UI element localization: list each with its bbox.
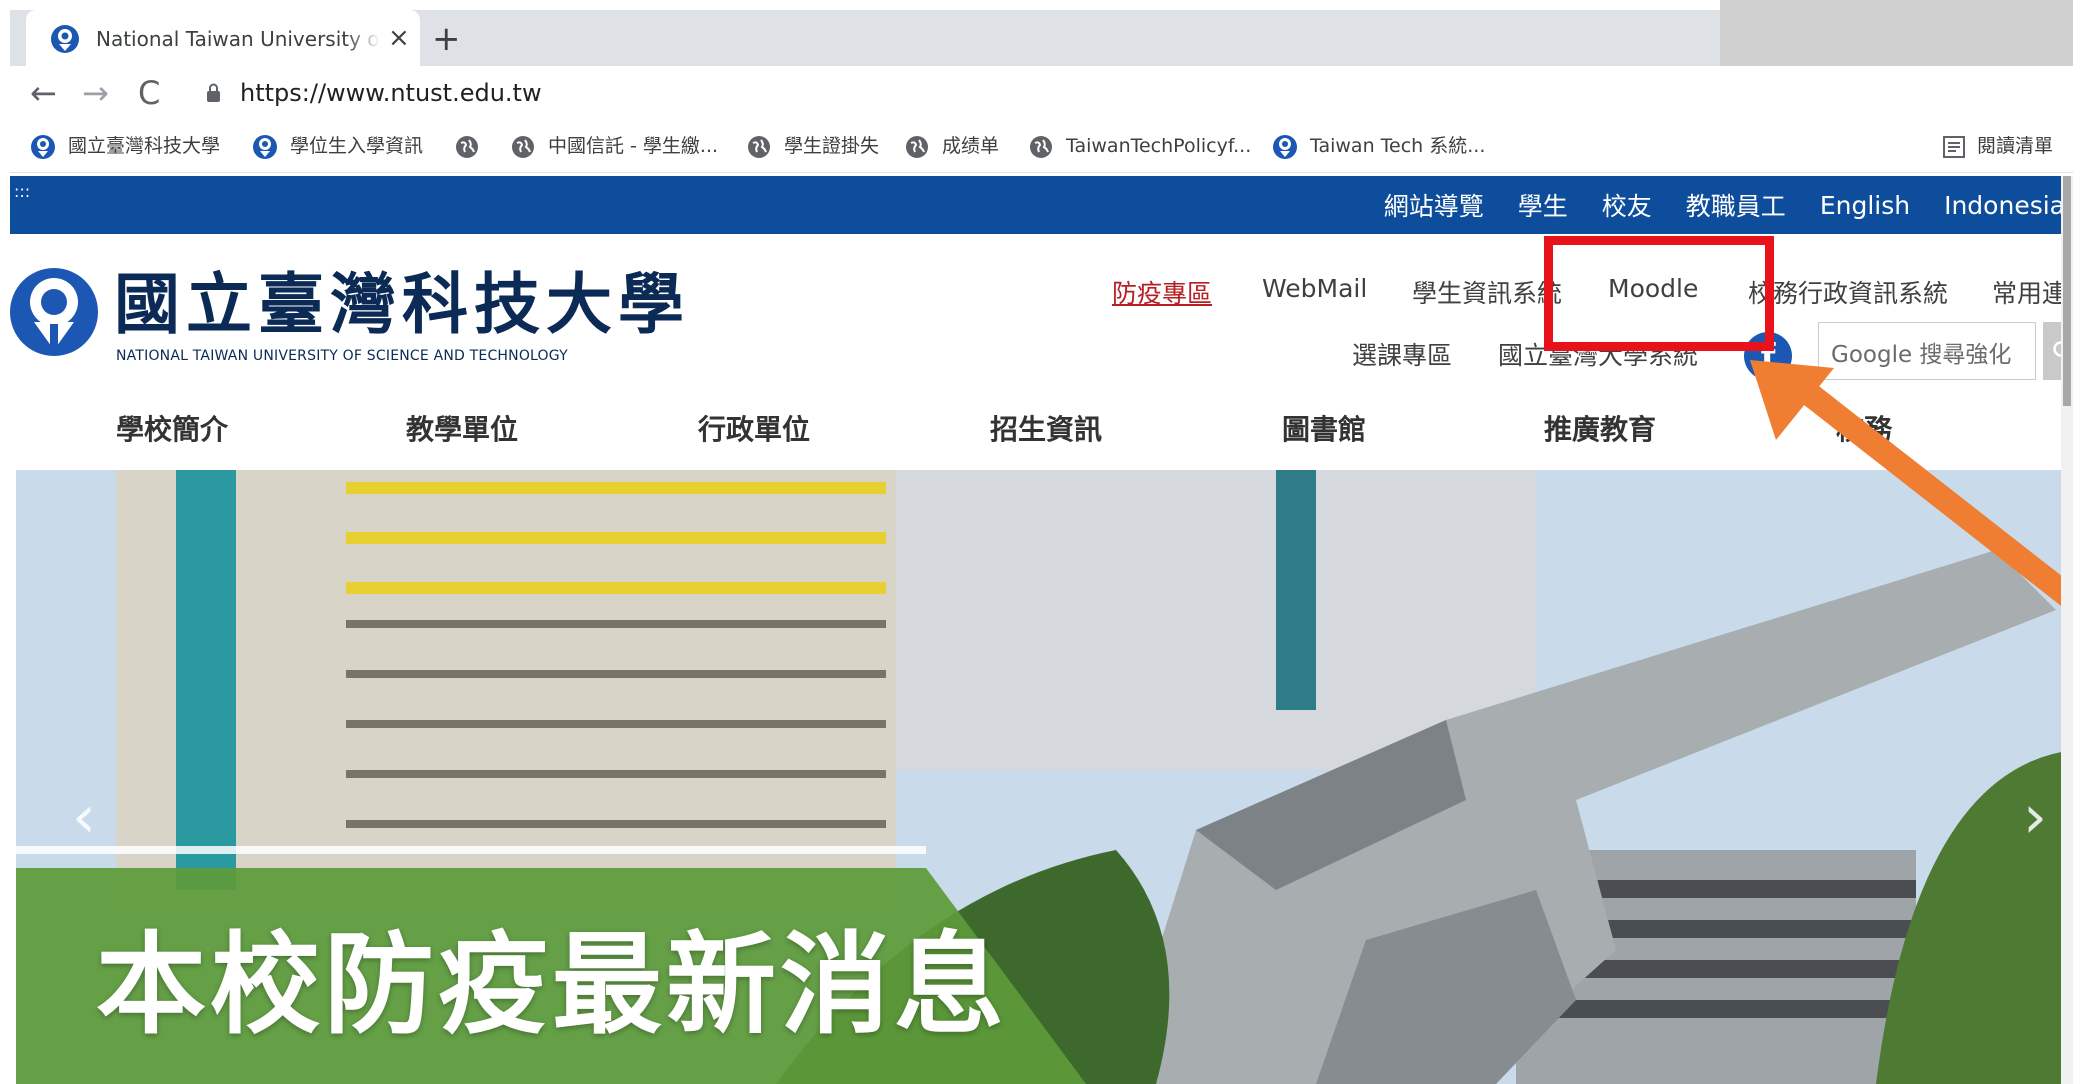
tab-bar: National Taiwan University of Science an… xyxy=(10,0,2073,121)
nav-item-library[interactable]: 圖書館 xyxy=(1282,408,1366,448)
bookmark-ctbc[interactable]: 中國信託 - 學生繳... xyxy=(510,130,718,162)
topbar-link-sitemap[interactable]: 網站導覽 xyxy=(1384,187,1484,223)
bookmark-ntust[interactable]: 國立臺灣科技大學 xyxy=(30,130,220,162)
nav-item-extension[interactable]: 推廣教育 xyxy=(1544,408,1656,448)
carousel-next-button[interactable]: › xyxy=(2023,782,2047,852)
bookmarks-bar: 國立臺灣科技大學 學位生入學資訊 中國信託 - 學生繳... 學生證掛失 成绩单… xyxy=(10,120,2073,173)
nav-item-administration[interactable]: 行政單位 xyxy=(698,408,810,448)
globe-icon xyxy=(512,135,534,158)
address-bar: ← → C https://www.ntust.edu.tw xyxy=(10,66,2073,120)
bookmark-admission[interactable]: 學位生入學資訊 xyxy=(252,130,423,162)
reading-list-button[interactable]: 閱讀清單 xyxy=(1942,130,2053,162)
logo-english-name: NATIONAL TAIWAN UNIVERSITY OF SCIENCE AN… xyxy=(116,348,568,364)
reload-button[interactable]: C xyxy=(138,74,160,112)
topbar-links: 網站導覽 學生 校友 教職員工 English Indonesia xyxy=(1350,176,2065,234)
globe-icon xyxy=(748,135,770,158)
globe-icon xyxy=(456,135,478,158)
bookmark-globe[interactable] xyxy=(454,130,492,162)
new-tab-button[interactable]: + xyxy=(432,22,461,56)
header-link-admin-system[interactable]: 校務行政資訊系統 xyxy=(1748,274,1948,310)
header-link-covid[interactable]: 防疫專區 xyxy=(1112,274,1212,310)
back-button[interactable]: ← xyxy=(30,74,57,112)
site-topbar: ::: 網站導覽 學生 校友 教職員工 English Indonesia xyxy=(10,176,2073,234)
tab-title: National Taiwan University of Science an… xyxy=(96,27,380,51)
nav-item-about[interactable]: 學校簡介 xyxy=(116,408,228,448)
vertical-scrollbar[interactable] xyxy=(2061,176,2073,1084)
annotation-arrow-icon xyxy=(1750,360,2073,610)
globe-icon xyxy=(1030,135,1052,158)
accesskey-marker[interactable]: ::: xyxy=(14,182,30,201)
scrollbar-thumb[interactable] xyxy=(2063,176,2071,406)
ntust-logo-icon xyxy=(31,134,55,159)
browser-window: National Taiwan University of Science an… xyxy=(10,0,2073,1084)
browser-tab-active[interactable]: National Taiwan University of Science an… xyxy=(26,10,420,66)
bookmark-id-card[interactable]: 學生證掛失 xyxy=(746,130,879,162)
url-input[interactable]: https://www.ntust.edu.tw xyxy=(240,76,542,110)
header-link-student-info[interactable]: 學生資訊系統 xyxy=(1412,274,1562,310)
logo-chinese-name: 國立臺灣科技大學 xyxy=(114,265,690,343)
ntust-logo[interactable] xyxy=(10,262,98,362)
carousel-prev-button[interactable]: ‹ xyxy=(72,782,96,852)
tab-close-button[interactable]: × xyxy=(388,22,410,54)
ntust-logo-icon xyxy=(253,134,277,159)
reading-list-icon xyxy=(1942,135,1965,158)
nav-item-academics[interactable]: 教學單位 xyxy=(406,408,518,448)
ntust-logo-icon xyxy=(1273,134,1297,159)
moodle-highlight-box xyxy=(1544,236,1774,351)
topbar-link-english[interactable]: English xyxy=(1820,191,1910,220)
header-link-webmail[interactable]: WebMail xyxy=(1262,274,1367,303)
topbar-link-alumni[interactable]: 校友 xyxy=(1602,187,1652,223)
hero-headline[interactable]: 本校防疫最新消息 xyxy=(96,920,1008,1050)
topbar-link-indonesia[interactable]: Indonesia xyxy=(1944,191,2065,220)
forward-button[interactable]: → xyxy=(82,74,109,112)
globe-icon xyxy=(906,135,928,158)
bookmark-transcript[interactable]: 成绩单 xyxy=(904,130,999,162)
nav-item-admissions[interactable]: 招生資訊 xyxy=(990,408,1102,448)
topbar-link-students[interactable]: 學生 xyxy=(1518,187,1568,223)
header-link-course[interactable]: 選課專區 xyxy=(1352,336,1452,372)
ntust-logo-icon xyxy=(51,25,79,53)
bookmark-policy[interactable]: TaiwanTechPolicyf... xyxy=(1028,130,1251,162)
topbar-link-staff[interactable]: 教職員工 xyxy=(1686,187,1786,223)
bookmark-systems[interactable]: Taiwan Tech 系統... xyxy=(1272,130,1485,162)
lock-icon xyxy=(207,83,220,102)
